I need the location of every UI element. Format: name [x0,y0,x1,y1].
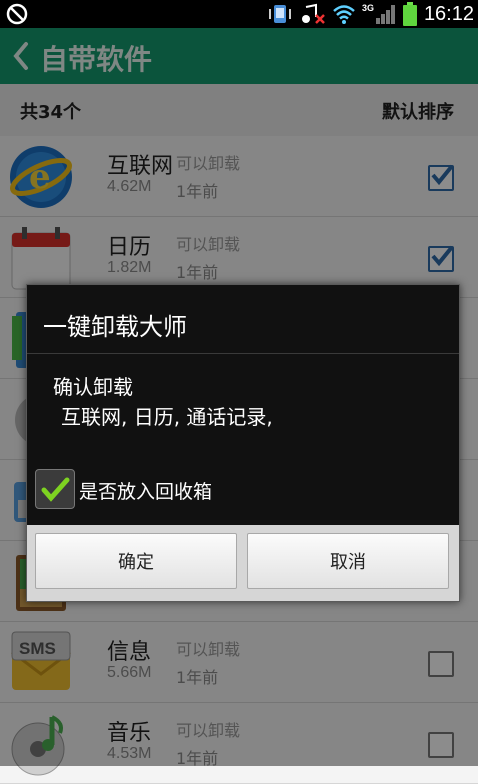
wifi-icon [333,5,355,24]
recycle-label: 是否放入回收箱 [79,481,213,503]
status-icons: 3G 16:12 [268,0,474,28]
network-type: 3G [362,3,374,13]
confirm-button[interactable]: 确定 [35,533,237,589]
uninstall-dialog: 一键卸载大师 确认卸载 互联网, 日历, 通话记录, 是否放入回收箱 确定 取消 [26,284,460,602]
dialog-title: 一键卸载大师 [43,313,187,341]
selected-apps-list: 互联网, 日历, 通话记录, [61,405,273,429]
dialog-divider [27,353,459,354]
checkmark-icon [41,477,70,502]
cancel-button[interactable]: 取消 [247,533,449,589]
confirm-message: 确认卸载 [53,375,133,399]
battery-icon [402,2,417,26]
status-bar: 3G 16:12 [0,0,478,28]
clock: 16:12 [423,2,474,25]
music-muted-icon [301,3,325,24]
no-sync-icon [6,3,28,25]
vibrate-phone-icon [268,5,291,23]
recycle-checkbox[interactable] [35,469,75,509]
dialog-button-bar: 确定 取消 [27,525,459,601]
signal-3g-icon: 3G [362,3,395,24]
